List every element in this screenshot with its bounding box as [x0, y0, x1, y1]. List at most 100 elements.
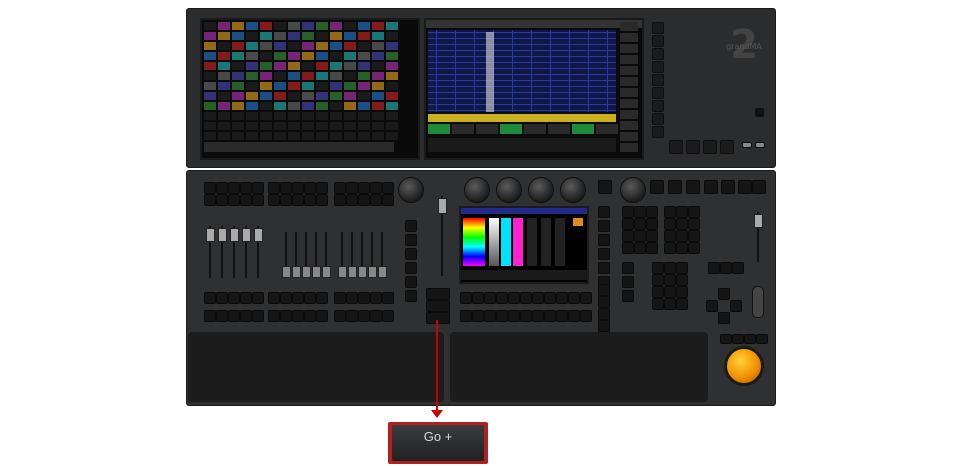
view-button[interactable]: [620, 33, 638, 42]
arrow-down-key[interactable]: [718, 312, 730, 324]
side-key[interactable]: [405, 234, 417, 246]
top-row-key[interactable]: [650, 180, 664, 194]
encoder-knob[interactable]: [620, 177, 646, 203]
trackball-key[interactable]: [756, 334, 768, 344]
executor-button-key[interactable]: [358, 292, 370, 304]
top-row-key[interactable]: [668, 180, 682, 194]
upper-screen-key[interactable]: [652, 113, 664, 125]
upper-screen-key[interactable]: [652, 35, 664, 47]
command-key[interactable]: [676, 230, 688, 242]
view-button[interactable]: [620, 121, 638, 130]
encoder-key[interactable]: [720, 262, 732, 274]
executor-button-key[interactable]: [382, 182, 394, 194]
executor-button-key[interactable]: [316, 182, 328, 194]
top-row-key[interactable]: [686, 180, 700, 194]
command-key[interactable]: [688, 206, 700, 218]
encoder-knob[interactable]: [560, 177, 586, 203]
executor-button-key[interactable]: [228, 194, 240, 206]
top-row-key[interactable]: [738, 180, 752, 194]
screen-key[interactable]: [544, 292, 556, 304]
executor-button-key[interactable]: [268, 182, 280, 194]
screen-key[interactable]: [568, 310, 580, 322]
number-key[interactable]: [652, 298, 664, 310]
executor-fader[interactable]: [312, 266, 321, 278]
upper-select-key[interactable]: [703, 140, 717, 154]
keypad-key[interactable]: [622, 242, 634, 254]
upper-select-key[interactable]: [720, 140, 734, 154]
number-key[interactable]: [676, 262, 688, 274]
executor-fader[interactable]: [358, 266, 367, 278]
screen-side-key[interactable]: [598, 284, 610, 296]
screen-key[interactable]: [568, 292, 580, 304]
command-key[interactable]: [676, 242, 688, 254]
executor-fader[interactable]: [242, 228, 251, 242]
executor-button-key[interactable]: [382, 194, 394, 206]
number-key[interactable]: [676, 274, 688, 286]
keypad-key[interactable]: [622, 290, 634, 302]
executor-fader[interactable]: [368, 266, 377, 278]
keypad-key[interactable]: [646, 218, 658, 230]
keypad-key[interactable]: [634, 218, 646, 230]
keypad-key[interactable]: [634, 206, 646, 218]
encoder-knob[interactable]: [464, 177, 490, 203]
screen-key[interactable]: [520, 310, 532, 322]
keypad-key[interactable]: [634, 242, 646, 254]
screen-side-key[interactable]: [598, 320, 610, 332]
screen-key[interactable]: [580, 292, 592, 304]
screen-side-key[interactable]: [598, 234, 610, 246]
top-row-key[interactable]: [704, 180, 718, 194]
screen-key[interactable]: [460, 310, 472, 322]
encoder-key[interactable]: [708, 262, 720, 274]
keypad-key[interactable]: [646, 242, 658, 254]
right-touchscreen[interactable]: [424, 18, 644, 160]
screen-key[interactable]: [580, 310, 592, 322]
view-button[interactable]: [620, 110, 638, 119]
executor-button-key[interactable]: [304, 292, 316, 304]
executor-fader[interactable]: [348, 266, 357, 278]
screen-key[interactable]: [484, 292, 496, 304]
arrow-right-key[interactable]: [730, 300, 742, 312]
view-button[interactable]: [620, 132, 638, 141]
command-key[interactable]: [688, 230, 700, 242]
executor-button-key[interactable]: [382, 310, 394, 322]
executor-button-key[interactable]: [334, 292, 346, 304]
keypad-key[interactable]: [622, 262, 634, 274]
command-key[interactable]: [676, 206, 688, 218]
executor-button-key[interactable]: [334, 310, 346, 322]
executor-fader[interactable]: [254, 228, 263, 242]
executor-button-key[interactable]: [216, 182, 228, 194]
main-go-key[interactable]: [426, 312, 450, 324]
executor-button-key[interactable]: [346, 194, 358, 206]
grand-master-fader[interactable]: [754, 214, 763, 228]
command-key[interactable]: [676, 218, 688, 230]
encoder-knob[interactable]: [496, 177, 522, 203]
executor-button-key[interactable]: [240, 310, 252, 322]
screen-side-key[interactable]: [598, 220, 610, 232]
executor-fader[interactable]: [230, 228, 239, 242]
number-key[interactable]: [664, 286, 676, 298]
executor-button-key[interactable]: [292, 292, 304, 304]
upper-screen-key[interactable]: [652, 48, 664, 60]
top-row-key[interactable]: [752, 180, 766, 194]
command-key[interactable]: [664, 242, 676, 254]
screen-key[interactable]: [484, 310, 496, 322]
screen-key[interactable]: [556, 310, 568, 322]
go-plus-key[interactable]: Go +: [392, 425, 484, 461]
executor-button-key[interactable]: [228, 292, 240, 304]
trackball[interactable]: [724, 346, 764, 386]
encoder-key[interactable]: [732, 262, 744, 274]
main-go-key[interactable]: [426, 288, 450, 300]
number-key[interactable]: [652, 262, 664, 274]
upper-screen-key[interactable]: [652, 74, 664, 86]
upper-screen-key[interactable]: [652, 100, 664, 112]
executor-button-key[interactable]: [204, 182, 216, 194]
executor-button-key[interactable]: [268, 310, 280, 322]
executor-button-key[interactable]: [280, 194, 292, 206]
keypad-key[interactable]: [646, 206, 658, 218]
executor-button-key[interactable]: [334, 194, 346, 206]
center-touchscreen[interactable]: [459, 206, 589, 284]
side-key[interactable]: [405, 290, 417, 302]
executor-fader[interactable]: [218, 228, 227, 242]
executor-button-key[interactable]: [346, 292, 358, 304]
executor-button-key[interactable]: [292, 194, 304, 206]
